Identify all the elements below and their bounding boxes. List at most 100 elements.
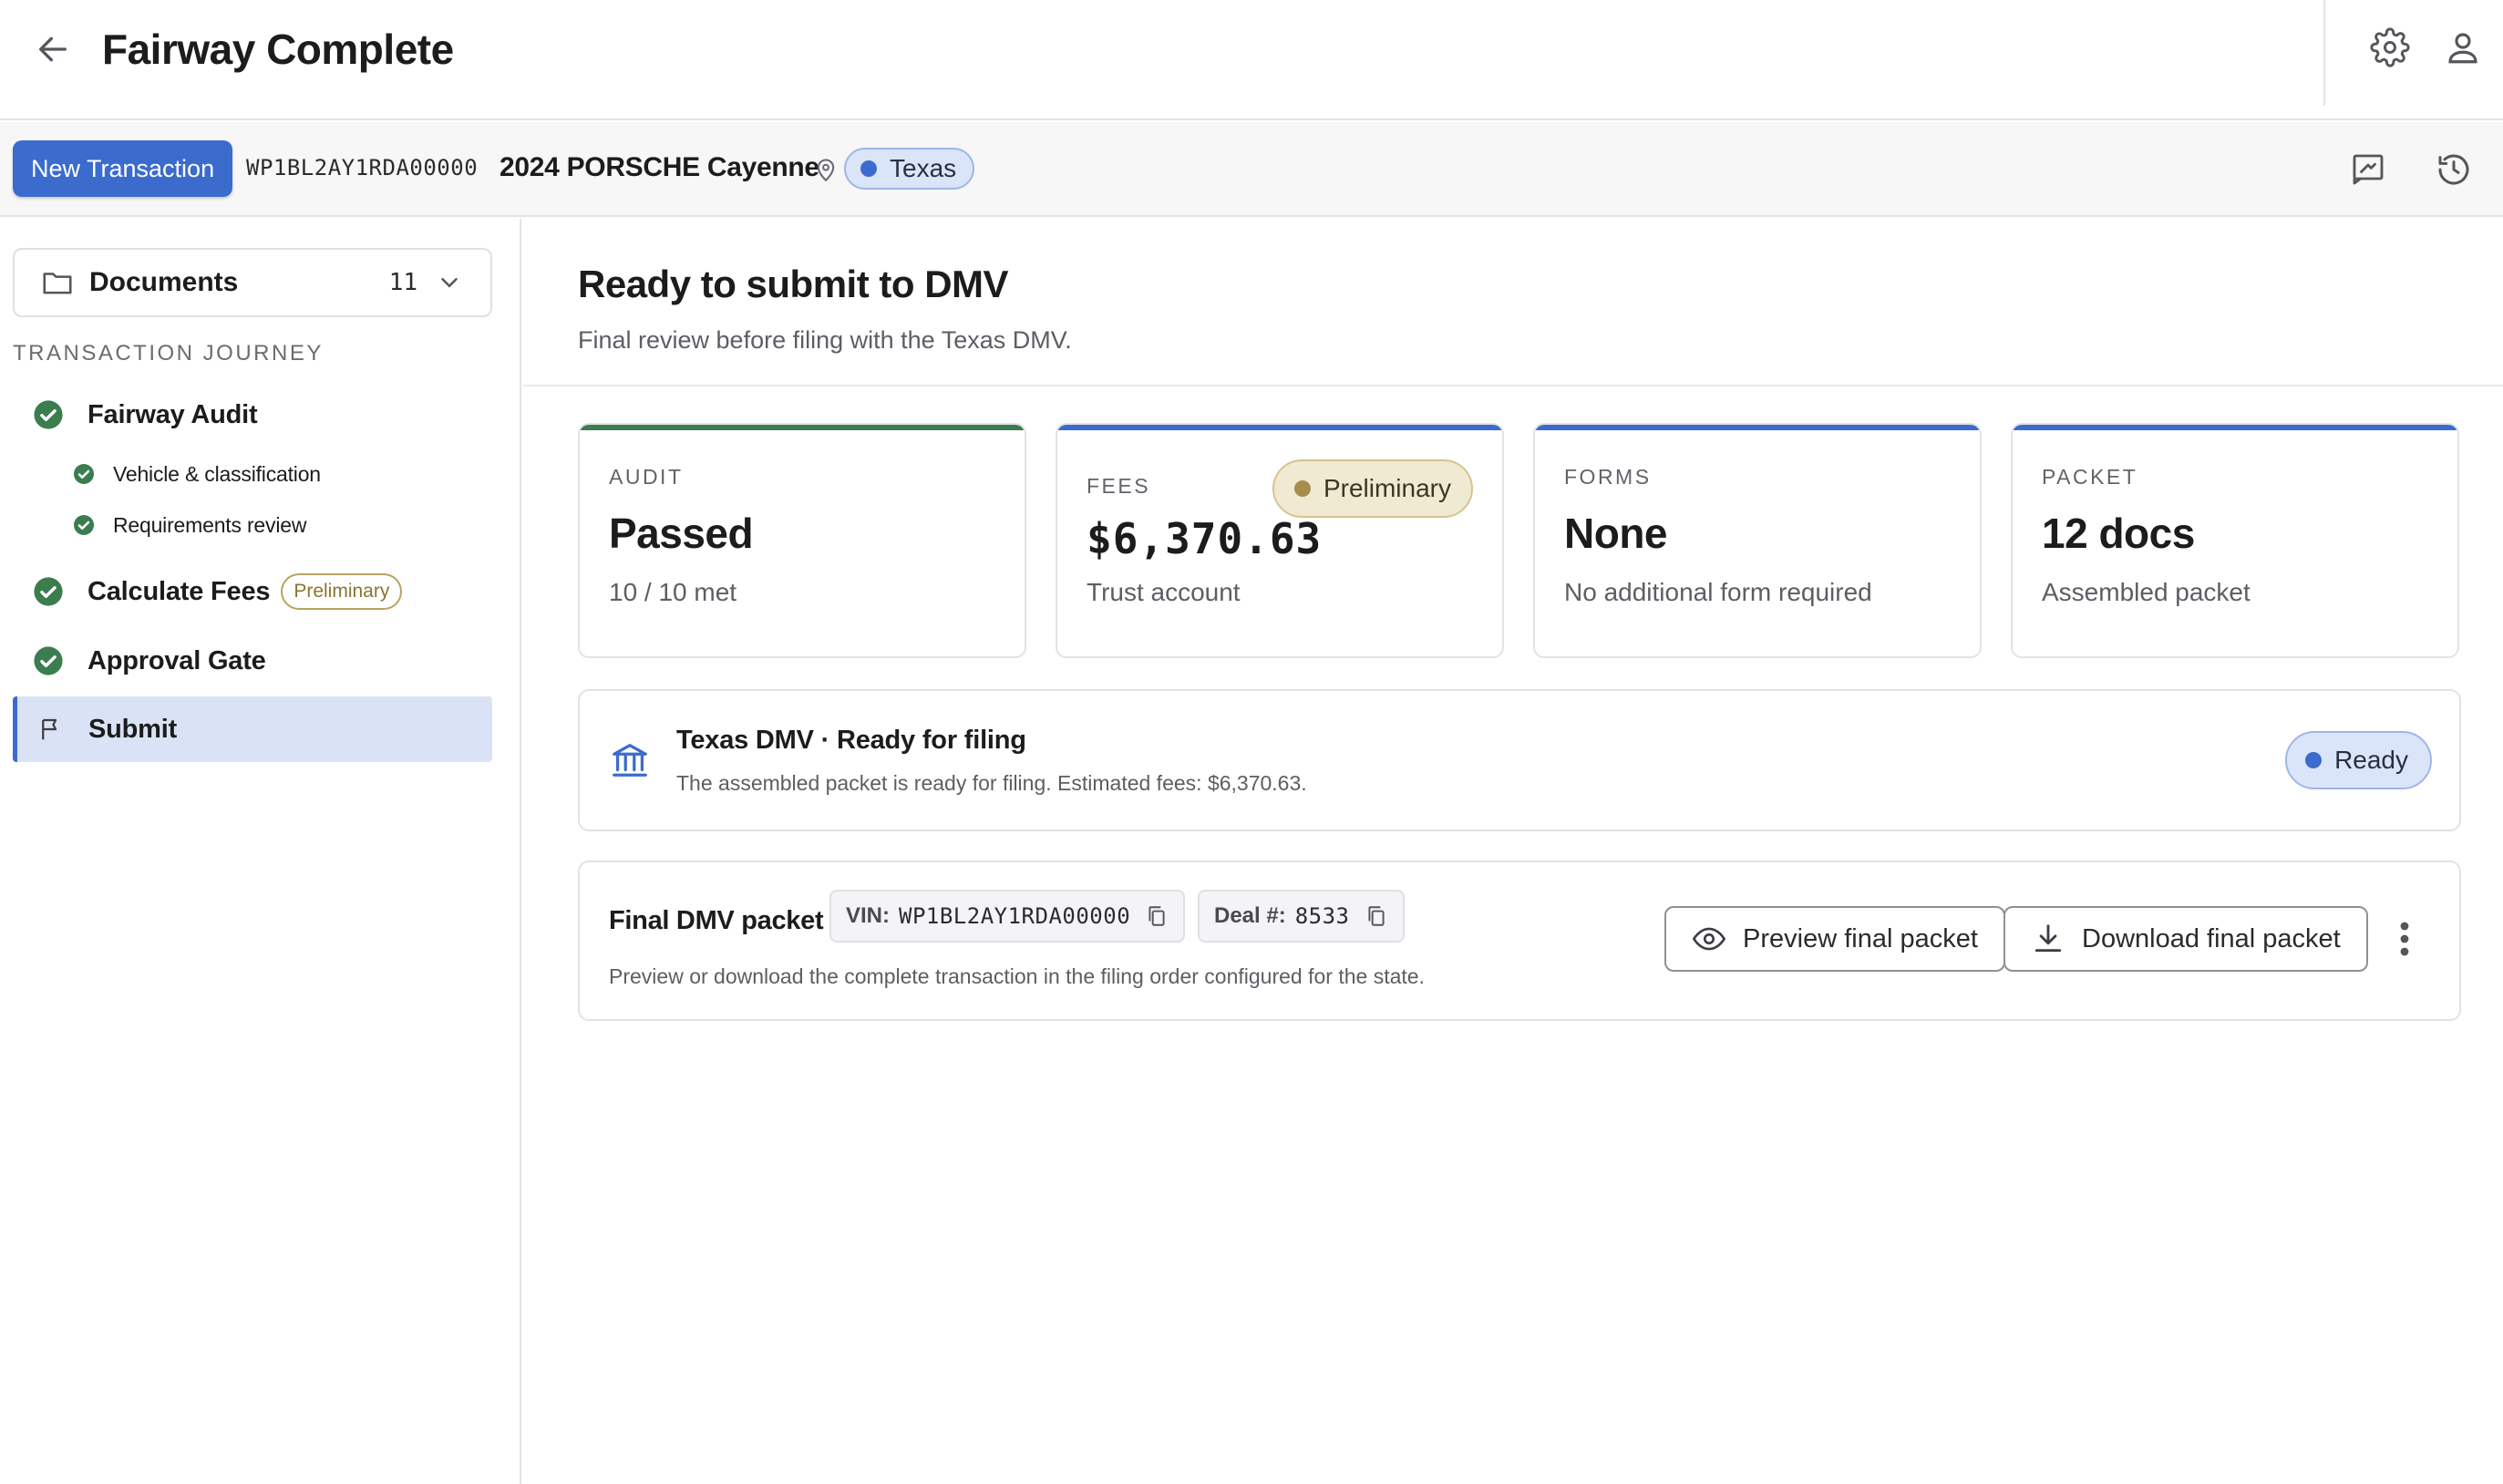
header-divider: [2323, 0, 2325, 106]
filing-title: Texas DMV · Ready for filing: [676, 726, 1026, 755]
download-label: Download final packet: [2082, 923, 2341, 953]
packet-card: PACKET 12 docs Assembled packet: [2011, 423, 2459, 658]
card-accent-bar: [580, 425, 1025, 430]
card-label: AUDIT: [609, 465, 684, 489]
card-accent-bar: [1535, 425, 1980, 430]
deal-chip: Deal #: 8533: [1198, 890, 1405, 943]
top-header: Fairway Complete: [0, 0, 2503, 120]
page-title: Ready to submit to DMV: [578, 263, 1009, 305]
vin-chip: VIN: WP1BL2AY1RDA00000: [829, 890, 1186, 943]
card-accent-bar: [1057, 425, 1502, 430]
preliminary-badge: Preliminary: [281, 573, 403, 610]
card-value: 12 docs: [2042, 510, 2195, 557]
card-subtext: 10 / 10 met: [609, 578, 737, 606]
card-subtext: Assembled packet: [2042, 578, 2251, 606]
folder-icon: [43, 273, 72, 294]
gear-icon: [2370, 27, 2410, 67]
step-label: Submit: [88, 714, 178, 744]
badge-label: Preliminary: [1323, 474, 1451, 502]
documents-label: Documents: [89, 267, 239, 297]
check-circle-icon: [34, 400, 63, 429]
state-dot: [860, 160, 877, 177]
copy-icon[interactable]: [1365, 904, 1388, 928]
preview-packet-button[interactable]: Preview final packet: [1664, 906, 2005, 972]
copy-icon[interactable]: [1145, 904, 1169, 928]
notes-icon: [2353, 154, 2384, 185]
card-label: FORMS: [1564, 465, 1652, 489]
packet-title: Final DMV packet: [609, 906, 824, 935]
card-subtext: No additional form required: [1564, 578, 1872, 606]
card-label: PACKET: [2042, 465, 2138, 489]
step-calculate-fees[interactable]: Calculate Fees Preliminary: [13, 569, 492, 614]
account-button[interactable]: [2437, 22, 2488, 73]
download-icon: [2034, 924, 2062, 953]
flag-icon: [42, 718, 57, 740]
card-value: Passed: [609, 510, 754, 557]
documents-count: 11: [388, 269, 417, 296]
transaction-bar: New Transaction WP1BL2AY1RDA00000 2024 P…: [0, 122, 2503, 217]
step-label: Approval Gate: [88, 645, 266, 675]
more-options-button[interactable]: [2386, 919, 2423, 959]
check-circle-icon: [74, 515, 94, 535]
ready-badge: Ready: [2285, 731, 2432, 789]
check-circle-icon: [34, 646, 63, 675]
forms-card: FORMS None No additional form required: [1533, 423, 1982, 658]
vin-chip-label: VIN:: [846, 903, 890, 928]
eye-icon: [1692, 927, 1726, 951]
check-circle-icon: [34, 577, 63, 606]
step-label: Fairway Audit: [88, 399, 258, 429]
badge-label: Ready: [2334, 746, 2408, 774]
app-title: Fairway Complete: [102, 26, 454, 73]
status-dot: [1293, 480, 1311, 497]
filing-description: The assembled packet is ready for filing…: [676, 771, 1307, 795]
arrow-left-icon: [39, 36, 67, 62]
journey-heading: TRANSACTION JOURNEY: [13, 341, 324, 366]
step-vehicle-classification[interactable]: Vehicle & classification: [13, 456, 492, 492]
map-pin-icon: [817, 159, 835, 182]
step-label: Requirements review: [113, 512, 307, 537]
vin-text: WP1BL2AY1RDA00000: [246, 155, 479, 180]
final-packet-panel: Final DMV packet VIN: WP1BL2AY1RDA00000 …: [578, 861, 2461, 1021]
user-icon: [2448, 33, 2477, 64]
new-transaction-button[interactable]: New Transaction: [13, 140, 233, 197]
back-button[interactable]: [27, 24, 78, 75]
main-panel: Ready to submit to DMV Final review befo…: [523, 219, 2503, 1484]
fees-card: FEES Preliminary $6,370.63 Trust account: [1056, 423, 1504, 658]
history-icon: [2438, 154, 2469, 185]
vin-chip-value: WP1BL2AY1RDA00000: [899, 903, 1131, 929]
vehicle-name: 2024 PORSCHE Cayenne: [500, 152, 819, 182]
state-label: Texas: [890, 154, 957, 182]
audit-card: AUDIT Passed 10 / 10 met: [578, 423, 1026, 658]
check-circle-icon: [74, 464, 94, 484]
download-packet-button[interactable]: Download final packet: [2003, 906, 2368, 972]
history-button[interactable]: [2428, 144, 2479, 195]
step-approval-gate[interactable]: Approval Gate: [13, 638, 492, 684]
step-label: Vehicle & classification: [113, 461, 321, 486]
more-vertical-icon: [2400, 922, 2409, 956]
notes-button[interactable]: [2343, 144, 2394, 195]
card-accent-bar: [2013, 425, 2457, 430]
status-dot: [2305, 752, 2323, 768]
card-label: FEES: [1087, 474, 1151, 498]
sidebar: Documents 11 TRANSACTION JOURNEY Fairway…: [0, 219, 521, 1484]
step-submit[interactable]: Submit: [13, 696, 492, 762]
deal-chip-label: Deal #:: [1214, 903, 1286, 928]
card-value: None: [1564, 510, 1668, 557]
page-subtitle: Final review before filing with the Texa…: [578, 326, 1072, 354]
step-requirements-review[interactable]: Requirements review: [13, 507, 492, 543]
preview-label: Preview final packet: [1743, 923, 1978, 953]
packet-description: Preview or download the complete transac…: [609, 964, 1425, 988]
deal-chip-value: 8533: [1294, 903, 1350, 929]
bank-icon: [613, 744, 647, 777]
chevron-down-icon: [441, 278, 458, 288]
step-label: Calculate Fees: [88, 576, 271, 606]
card-subtext: Trust account: [1087, 578, 1241, 606]
settings-button[interactable]: [2364, 22, 2415, 73]
documents-dropdown[interactable]: Documents 11: [13, 248, 492, 317]
state-chip[interactable]: Texas: [844, 148, 975, 190]
step-fairway-audit[interactable]: Fairway Audit: [13, 392, 492, 438]
preliminary-badge: Preliminary: [1272, 459, 1473, 518]
main-header: Ready to submit to DMV Final review befo…: [523, 219, 2503, 386]
filing-status-panel: Texas DMV · Ready for filing The assembl…: [578, 689, 2461, 831]
card-value: $6,370.63: [1087, 514, 1323, 563]
